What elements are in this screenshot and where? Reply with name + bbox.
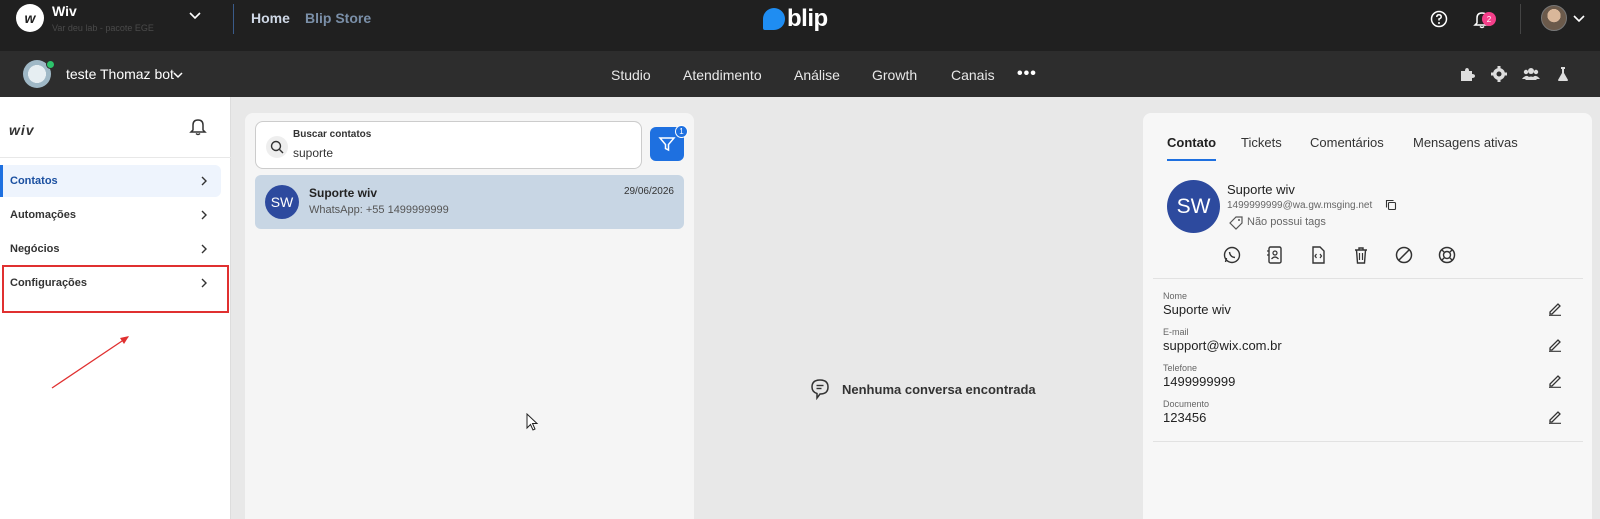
divider [233, 4, 234, 34]
org-subtitle: Var deu lab - pacote EGE [52, 23, 154, 33]
notification-bell-icon[interactable] [188, 116, 208, 136]
contact-detail-panel: Contato Tickets Comentários Mensagens at… [1143, 113, 1592, 519]
blip-bubble-icon [763, 8, 785, 30]
team-icon[interactable] [1522, 65, 1540, 83]
sidebar-item-label: Negócios [10, 243, 60, 255]
sidebar-item-negocios[interactable]: Negócios [0, 233, 221, 265]
filter-count-badge: 1 [675, 125, 688, 138]
tab-tickets[interactable]: Tickets [1241, 135, 1282, 150]
field-label-documento: Documento [1163, 399, 1210, 409]
search-value[interactable]: suporte [293, 146, 333, 160]
nav-studio[interactable]: Studio [611, 67, 651, 83]
nav-canais[interactable]: Canais [951, 67, 995, 83]
field-label-email: E-mail [1163, 327, 1189, 337]
user-avatar[interactable] [1541, 5, 1567, 31]
search-icon [266, 136, 288, 158]
chevron-down-icon[interactable] [188, 8, 202, 22]
divider [0, 157, 231, 158]
field-label-telefone: Telefone [1163, 363, 1198, 373]
annotation-arrow-icon [51, 336, 129, 389]
field-value-email: support@wix.com.br [1163, 338, 1282, 353]
chevron-right-icon [201, 244, 207, 254]
sidebar-item-label: Contatos [10, 175, 58, 187]
code-file-icon[interactable] [1308, 245, 1328, 265]
org-name[interactable]: Wiv [52, 3, 77, 19]
more-menu-icon[interactable]: ••• [1017, 65, 1037, 83]
blip-logo-text: blip [787, 5, 828, 32]
contact-name: Suporte wiv [1227, 182, 1295, 197]
search-input[interactable]: Buscar contatos suporte [255, 121, 642, 169]
empty-conversation-state: Nenhuma conversa encontrada [810, 378, 1036, 400]
blip-logo[interactable]: blip [763, 5, 828, 33]
chevron-right-icon [201, 210, 207, 220]
home-link[interactable]: Home [251, 10, 290, 26]
tab-contato[interactable]: Contato [1167, 135, 1216, 150]
tag-icon [1229, 216, 1243, 230]
edit-pencil-icon[interactable] [1547, 372, 1563, 388]
sidebar: wiv Contatos Automações Negócios Configu… [0, 97, 231, 519]
field-label-nome: Nome [1163, 291, 1188, 301]
tags-label: Não possui tags [1247, 216, 1326, 228]
bot-nav-bar: teste Thomaz bot Studio Atendimento Anál… [0, 51, 1600, 97]
help-icon[interactable] [1430, 10, 1448, 28]
divider [1520, 4, 1521, 34]
mouse-cursor-icon [526, 413, 539, 431]
contact-card-icon[interactable] [1265, 245, 1285, 265]
wiv-logo: wiv [9, 122, 35, 138]
empty-message: Nenhuma conversa encontrada [842, 381, 1036, 397]
online-status-dot [46, 60, 55, 69]
flask-icon[interactable] [1554, 65, 1572, 83]
tab-comentarios[interactable]: Comentários [1310, 135, 1384, 150]
whatsapp-icon[interactable] [1222, 245, 1242, 265]
chevron-right-icon [201, 176, 207, 186]
contact-phone: WhatsApp: +55 1499999999 [309, 204, 449, 216]
nav-analise[interactable]: Análise [794, 67, 840, 83]
nav-growth[interactable]: Growth [872, 67, 917, 83]
nav-atendimento[interactable]: Atendimento [683, 67, 762, 83]
bot-name[interactable]: teste Thomaz bot [66, 66, 174, 82]
divider [1153, 278, 1583, 279]
contact-name: Suporte wiv [309, 186, 378, 200]
contact-list-panel: Buscar contatos suporte 1 SW Suporte wiv… [245, 113, 694, 519]
contact-avatar: SW [265, 185, 299, 219]
field-value-documento: 123456 [1163, 410, 1207, 425]
org-logo[interactable]: w [16, 4, 44, 32]
active-tab-indicator [1167, 159, 1216, 161]
edit-pencil-icon[interactable] [1547, 336, 1563, 352]
chat-bubble-icon [811, 379, 829, 400]
support-ticket-icon[interactable] [1437, 245, 1457, 265]
block-icon[interactable] [1394, 245, 1414, 265]
puzzle-icon[interactable] [1458, 65, 1476, 83]
field-value-nome: Suporte wiv [1163, 302, 1231, 317]
sidebar-item-contatos[interactable]: Contatos [0, 165, 221, 197]
contact-date: 29/06/2026 [623, 186, 674, 197]
annotation-highlight-box [2, 265, 229, 313]
contact-address: 1499999999@wa.gw.msging.net [1227, 200, 1373, 211]
edit-pencil-icon[interactable] [1547, 408, 1563, 424]
chevron-down-icon[interactable] [172, 69, 184, 81]
sidebar-item-automacoes[interactable]: Automações [0, 199, 221, 231]
sidebar-item-label: Automações [10, 209, 77, 221]
blip-store-link[interactable]: Blip Store [305, 10, 371, 26]
list-item[interactable]: SW Suporte wiv WhatsApp: +55 1499999999 … [255, 175, 684, 229]
top-bar: w Wiv Var deu lab - pacote EGE Home Blip… [0, 0, 1600, 51]
trash-icon[interactable] [1351, 245, 1371, 265]
edit-pencil-icon[interactable] [1547, 300, 1563, 316]
gear-icon[interactable] [1490, 65, 1508, 83]
filter-icon [658, 137, 676, 152]
tab-mensagens-ativas[interactable]: Mensagens ativas [1413, 135, 1518, 150]
field-value-telefone: 1499999999 [1163, 374, 1236, 389]
contact-avatar: SW [1167, 180, 1220, 233]
search-label: Buscar contatos [293, 129, 372, 140]
copy-icon[interactable] [1385, 199, 1397, 211]
notification-badge: 2 [1482, 12, 1496, 26]
chevron-down-icon[interactable] [1572, 11, 1586, 25]
divider [1153, 441, 1583, 442]
